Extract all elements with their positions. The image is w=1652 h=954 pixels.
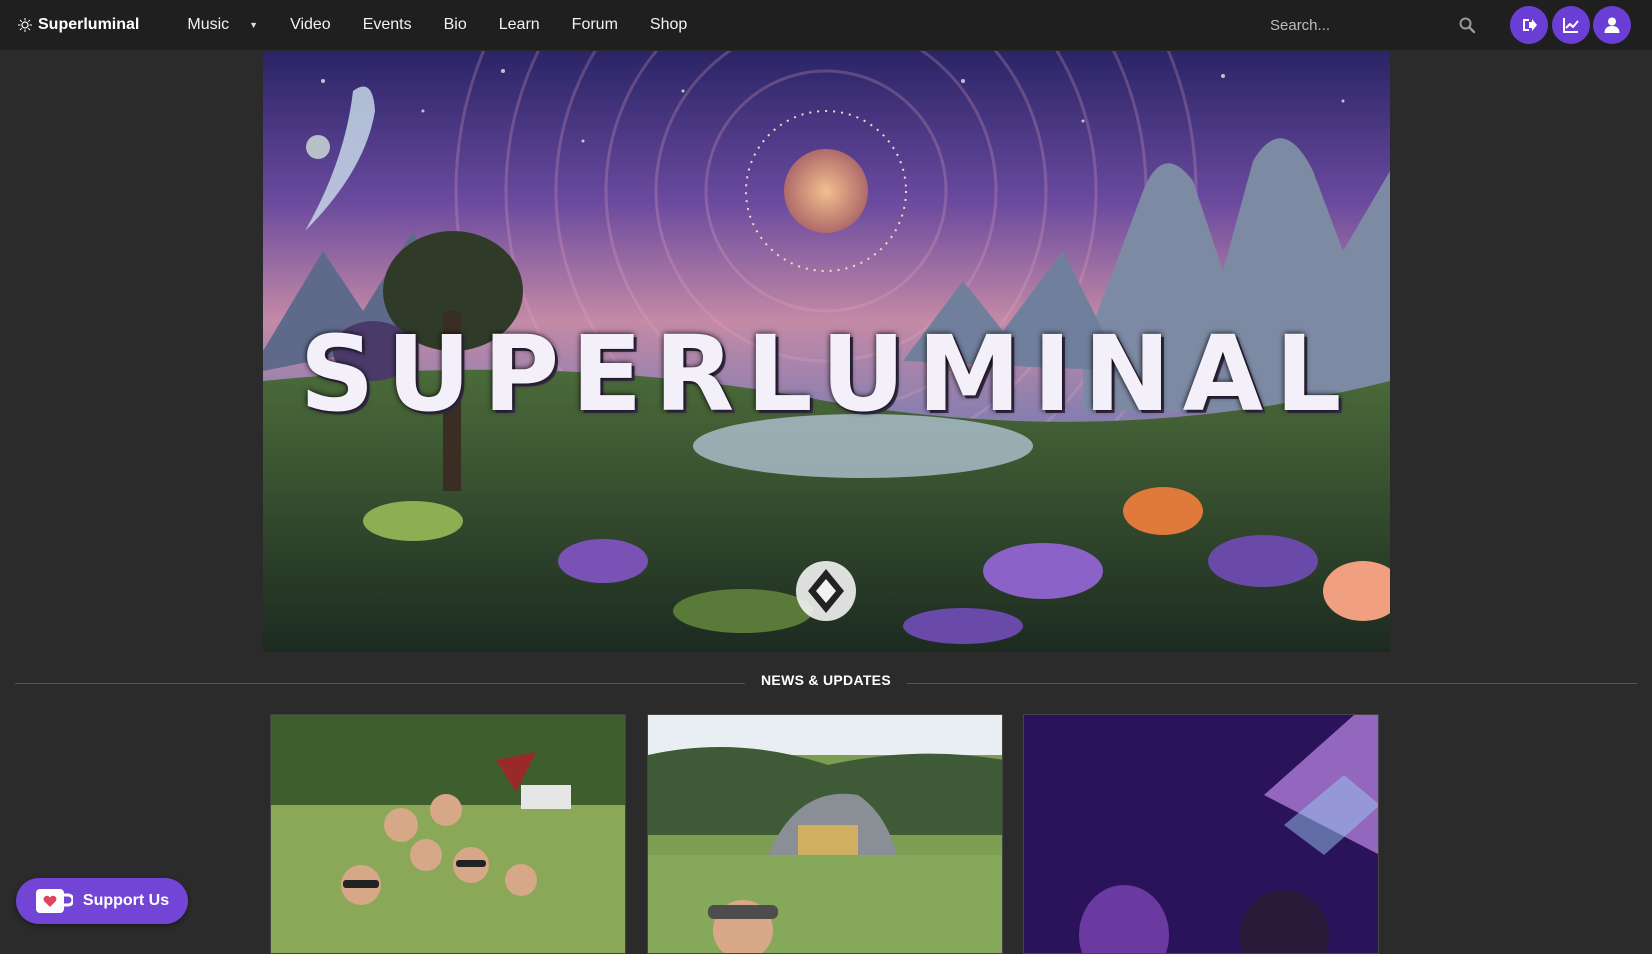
support-us-button[interactable]: Support Us (16, 878, 188, 924)
search-icon[interactable] (1458, 16, 1476, 34)
nav-item-label: Bio (443, 16, 467, 33)
news-card-image (1024, 715, 1378, 953)
user-button[interactable] (1593, 6, 1631, 44)
brand-name: Superluminal (38, 16, 140, 33)
brand-link[interactable]: Superluminal (18, 16, 139, 34)
nav-item-forum[interactable]: Forum (556, 0, 634, 50)
stats-button[interactable] (1552, 6, 1590, 44)
nav-item-label: Music (187, 16, 230, 33)
top-navbar: Superluminal Music ▼ Video Events Bio Le… (0, 0, 1652, 50)
user-icon (1604, 17, 1620, 33)
logout-icon (1523, 19, 1537, 31)
caret-down-icon: ▼ (249, 20, 259, 30)
nav-item-shop[interactable]: Shop (634, 0, 703, 50)
nav-item-music[interactable]: Music ▼ (171, 0, 274, 50)
nav-item-bio[interactable]: Bio (428, 0, 483, 50)
news-card[interactable] (1023, 714, 1379, 954)
coffee-heart-icon (35, 889, 73, 913)
nav-item-label: Events (362, 16, 412, 33)
logout-button[interactable] (1510, 6, 1548, 44)
news-card-image (648, 715, 1002, 953)
superluminal-logo-icon (18, 18, 32, 32)
search-input[interactable] (1268, 15, 1452, 35)
nav-item-label: Shop (649, 16, 688, 33)
news-card[interactable] (647, 714, 1003, 954)
nav-item-label: Forum (571, 16, 618, 33)
section-heading: NEWS & UPDATES (0, 672, 1652, 688)
nav-item-label: Video (290, 16, 331, 33)
section-title: NEWS & UPDATES (745, 672, 907, 688)
nav-item-label: Learn (498, 16, 540, 33)
news-card-image (271, 715, 625, 953)
search-box (1268, 10, 1478, 40)
support-us-label: Support Us (82, 892, 170, 909)
hero-logo-text: SUPERLUMINAL (299, 313, 1354, 435)
nav-item-events[interactable]: Events (347, 0, 428, 50)
news-card[interactable] (270, 714, 626, 954)
chart-line-icon (1563, 18, 1579, 33)
main-nav: Music ▼ Video Events Bio Learn Forum Sho… (171, 0, 703, 50)
hero-banner: SUPERLUMINAL (263, 51, 1390, 652)
nav-item-video[interactable]: Video (274, 0, 347, 50)
nav-item-learn[interactable]: Learn (483, 0, 556, 50)
